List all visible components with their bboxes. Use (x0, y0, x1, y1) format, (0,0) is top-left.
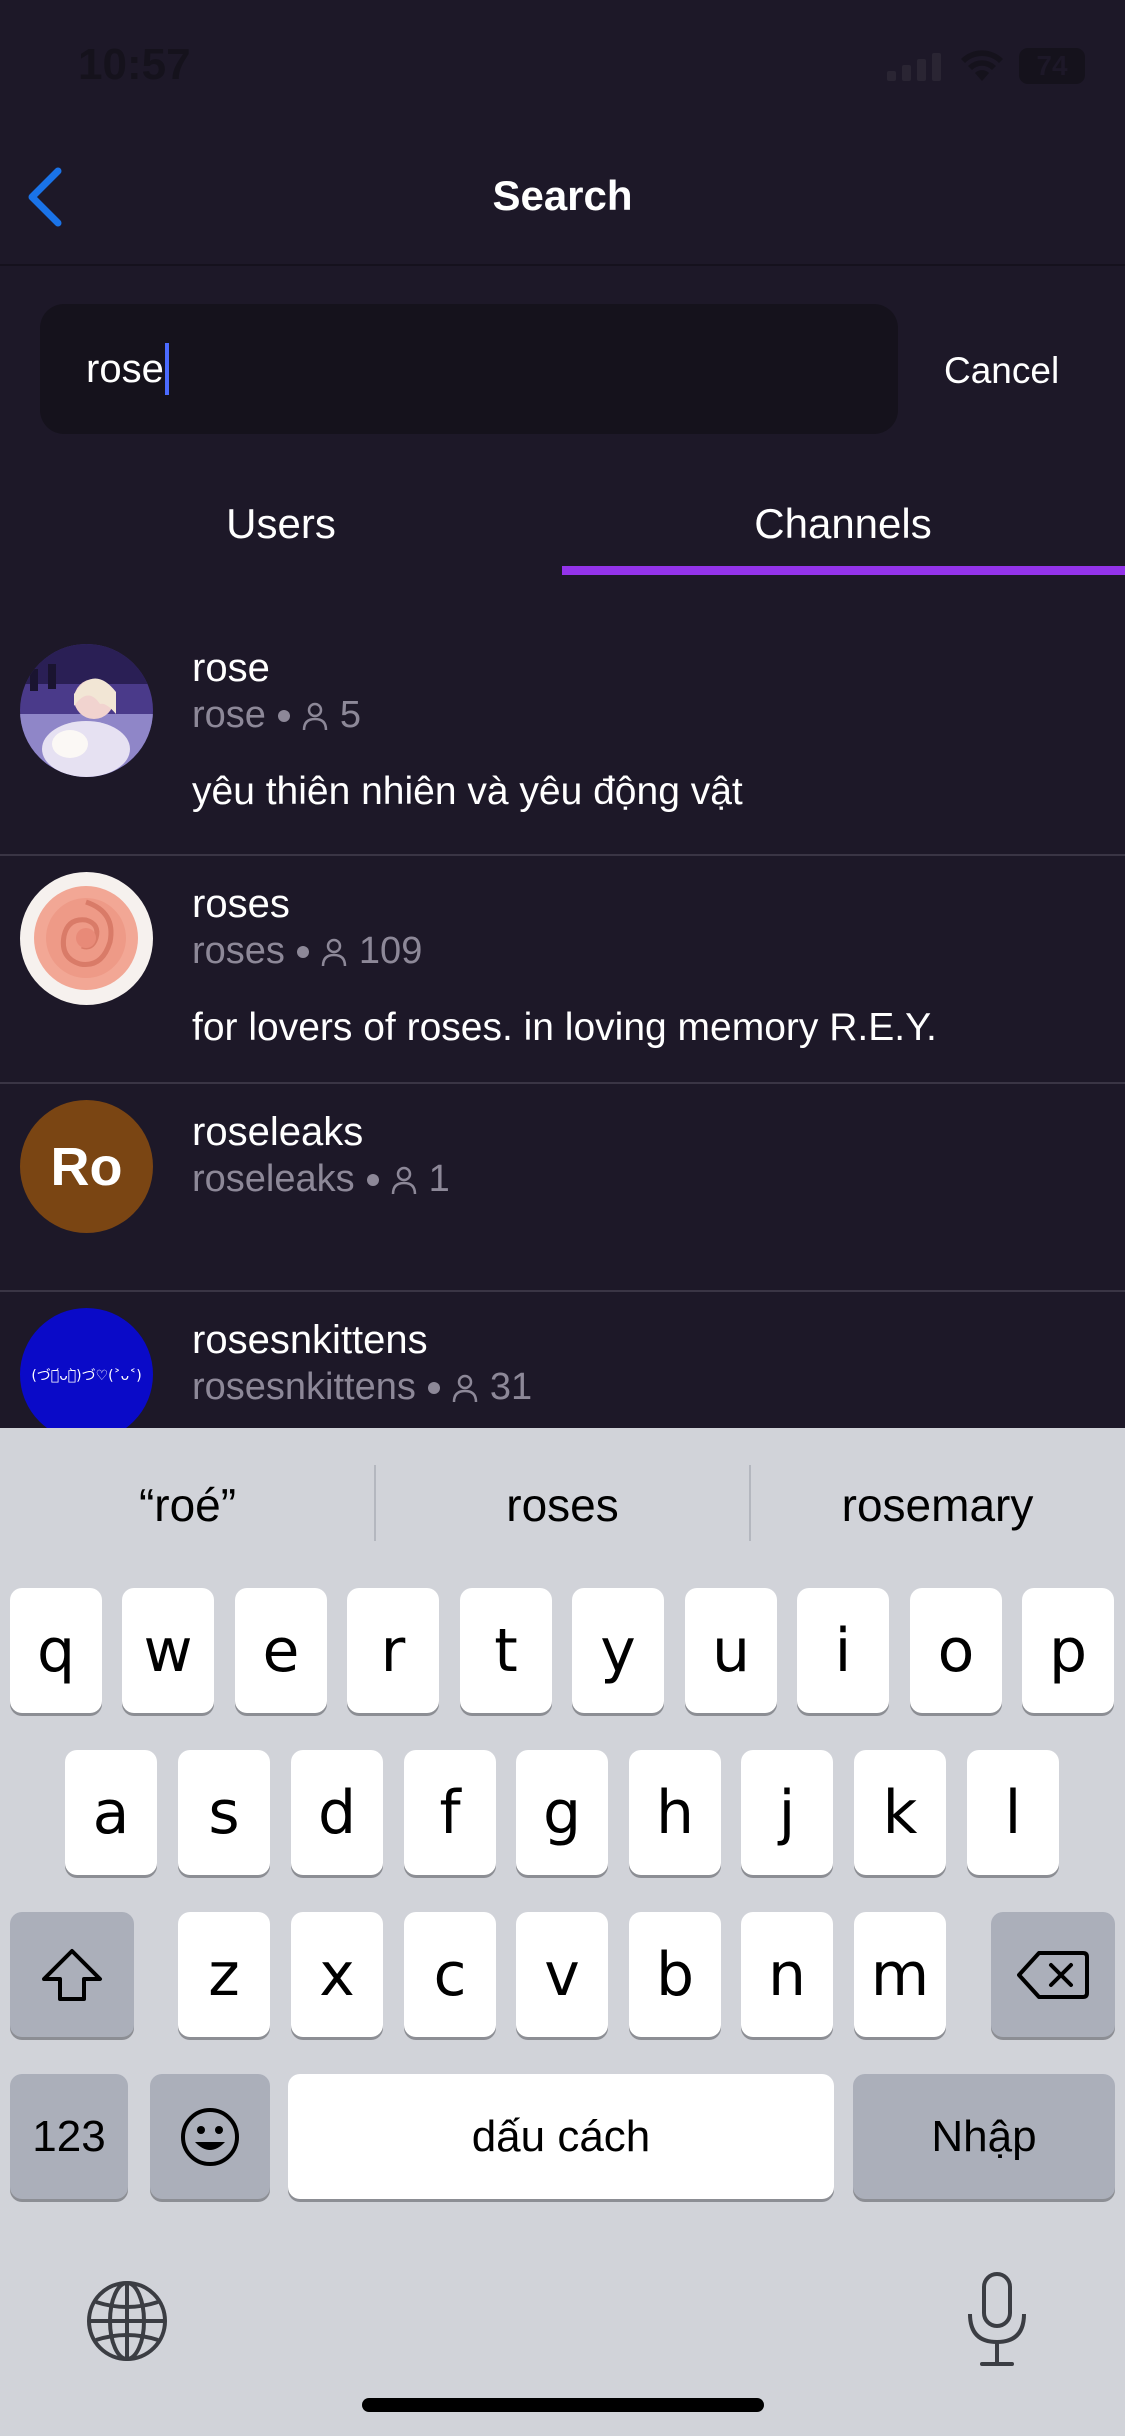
key-b[interactable]: b (629, 1912, 721, 2037)
channel-description: for lovers of roses. in loving memory R.… (192, 1006, 937, 1049)
avatar-text: (づ･᷄ᴗ･᷅)づ♡(˃ᴗ˂) (31, 1367, 142, 1384)
suggestion-2[interactable]: roses (375, 1478, 750, 1532)
key-u[interactable]: u (685, 1588, 777, 1713)
separator-dot (427, 1381, 440, 1394)
key-r[interactable]: r (347, 1588, 439, 1713)
suggestion-3[interactable]: rosemary (750, 1478, 1125, 1532)
wifi-icon (961, 50, 1003, 81)
channel-name: roses (192, 882, 290, 926)
signal-icon (887, 53, 941, 81)
microphone-icon[interactable] (962, 2270, 1032, 2370)
channel-row-roseleaks[interactable]: Ro roseleaks roseleaks 1 (0, 1084, 1125, 1292)
key-h[interactable]: h (629, 1750, 721, 1875)
tab-selected-indicator (562, 566, 1125, 575)
nav-divider (0, 264, 1125, 266)
key-e[interactable]: e (235, 1588, 327, 1713)
key-y[interactable]: y (572, 1588, 664, 1713)
key-k[interactable]: k (854, 1750, 946, 1875)
separator-dot (366, 1173, 379, 1186)
key-n[interactable]: n (741, 1912, 833, 2037)
globe-icon[interactable] (84, 2278, 170, 2364)
channel-avatar: Ro (20, 1100, 153, 1233)
key-m[interactable]: m (854, 1912, 946, 2037)
channel-row-rosesnkittens[interactable]: (づ･᷄ᴗ･᷅)づ♡(˃ᴗ˂) rosesnkittens rosesnkitt… (0, 1292, 1125, 1428)
space-key[interactable]: dấu cách (288, 2074, 834, 2199)
key-c[interactable]: c (404, 1912, 496, 2037)
channel-avatar (20, 872, 153, 1005)
channel-handle: roses (192, 930, 285, 972)
person-icon (321, 938, 347, 966)
key-z[interactable]: z (178, 1912, 270, 2037)
status-time: 10:57 (78, 40, 191, 89)
channel-meta: rose 5 (192, 694, 361, 737)
channel-avatar (20, 644, 153, 777)
battery-icon: 74 (1019, 48, 1085, 84)
key-d[interactable]: d (291, 1750, 383, 1875)
key-w[interactable]: w (122, 1588, 214, 1713)
channel-avatar: (づ･᷄ᴗ･᷅)づ♡(˃ᴗ˂) (20, 1308, 153, 1428)
channel-handle: rose (192, 694, 266, 736)
battery-level: 74 (1036, 50, 1068, 81)
delete-key[interactable] (991, 1912, 1115, 2037)
return-key[interactable]: Nhập (853, 2074, 1115, 2199)
search-input[interactable]: rose (40, 304, 898, 434)
key-s[interactable]: s (178, 1750, 270, 1875)
cancel-button[interactable]: Cancel (944, 350, 1059, 392)
person-icon (391, 1166, 416, 1194)
home-indicator (362, 2398, 764, 2412)
channel-meta: roseleaks 1 (192, 1158, 450, 1201)
search-input-value: rose (86, 346, 164, 391)
shift-icon (42, 1948, 102, 2001)
key-x[interactable]: x (291, 1912, 383, 2037)
channel-name: rosesnkittens (192, 1318, 428, 1362)
channel-meta: rosesnkittens 31 (192, 1366, 532, 1409)
person-icon (302, 702, 328, 730)
person-icon (452, 1374, 478, 1402)
backspace-icon (1017, 1950, 1089, 1999)
key-j[interactable]: j (741, 1750, 833, 1875)
tab-users[interactable]: Users (0, 500, 562, 548)
emoji-key[interactable] (150, 2074, 270, 2199)
channel-handle: roseleaks (192, 1158, 355, 1200)
key-l[interactable]: l (967, 1750, 1059, 1875)
status-icons: 74 (887, 48, 1085, 84)
key-o[interactable]: o (910, 1588, 1002, 1713)
channel-handle: rosesnkittens (192, 1366, 416, 1408)
channel-name: roseleaks (192, 1110, 364, 1154)
avatar-initials: Ro (50, 1136, 123, 1197)
key-v[interactable]: v (516, 1912, 608, 2037)
suggestion-1[interactable]: “roé” (0, 1478, 375, 1532)
numbers-key[interactable]: 123 (10, 2074, 128, 2199)
text-cursor (164, 343, 169, 395)
key-a[interactable]: a (65, 1750, 157, 1875)
channel-member-count: 109 (358, 930, 423, 972)
emoji-icon (181, 2107, 239, 2166)
channel-row-rose[interactable]: rose rose 5 yêu thiên nhiên và yêu động … (0, 620, 1125, 856)
key-p[interactable]: p (1022, 1588, 1114, 1713)
key-q[interactable]: q (10, 1588, 102, 1713)
page-title: Search (492, 172, 633, 219)
separator-dot (296, 945, 309, 958)
key-g[interactable]: g (516, 1750, 608, 1875)
shift-key[interactable] (10, 1912, 134, 2037)
key-t[interactable]: t (460, 1588, 552, 1713)
channel-member-count: 1 (428, 1158, 450, 1200)
channel-meta: roses 109 (192, 930, 422, 973)
tab-channels[interactable]: Channels (562, 500, 1124, 548)
channel-member-count: 5 (339, 694, 362, 736)
channel-member-count: 31 (489, 1366, 533, 1408)
channel-row-roses[interactable]: roses roses 109 for lovers of roses. in … (0, 856, 1125, 1084)
key-i[interactable]: i (797, 1588, 889, 1713)
key-f[interactable]: f (404, 1750, 496, 1875)
channel-description: yêu thiên nhiên và yêu động vật (192, 770, 743, 813)
channel-name: rose (192, 646, 270, 690)
separator-dot (277, 709, 290, 722)
